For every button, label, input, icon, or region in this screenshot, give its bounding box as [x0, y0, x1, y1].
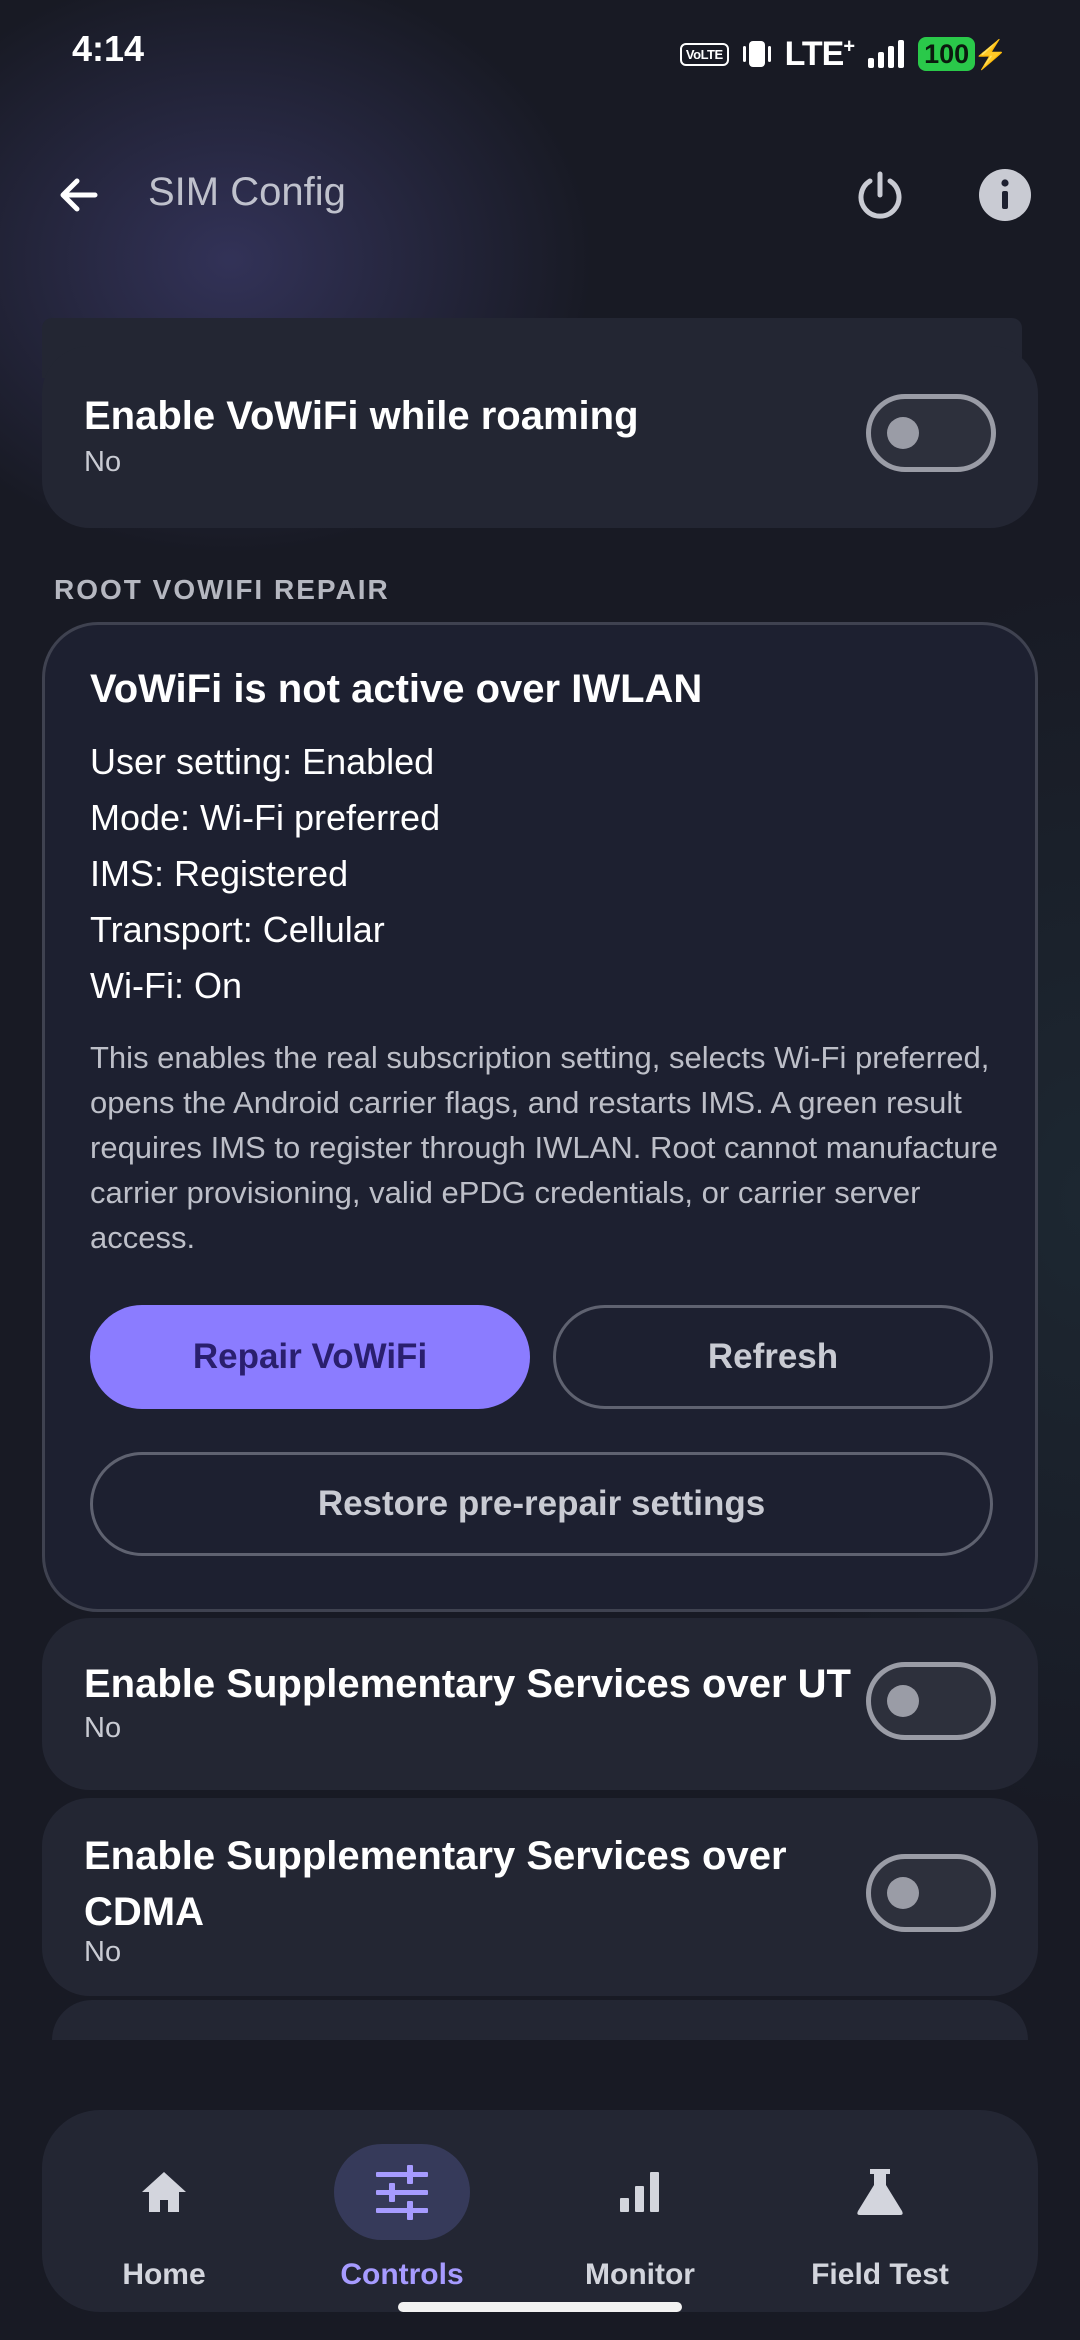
toggle-knob — [887, 1877, 919, 1909]
setting-value: No — [84, 1712, 122, 1744]
setting-title: Enable Supplementary Services over CDMA — [84, 1834, 787, 1934]
toggle-knob — [887, 1685, 919, 1717]
sliders-icon — [334, 2144, 470, 2240]
bottom-navigation: Home Controls Monitor Field Test — [42, 2110, 1038, 2312]
toggle-knob — [887, 417, 919, 449]
nav-label: Field Test — [811, 2258, 949, 2291]
section-label: ROOT VOWIFI REPAIR — [54, 574, 390, 605]
home-icon — [96, 2144, 232, 2240]
setting-card-roaming[interactable]: Enable VoWiFi while roaming No — [42, 346, 1038, 528]
status-line: IMS: Registered — [90, 853, 349, 894]
setting-value: No — [84, 446, 122, 478]
nav-controls[interactable]: Controls — [282, 2110, 522, 2312]
vibrate-icon — [742, 41, 771, 67]
nav-monitor[interactable]: Monitor — [520, 2110, 760, 2312]
repair-vowifi-button[interactable]: Repair VoWiFi — [90, 1305, 530, 1409]
cdma-toggle[interactable] — [866, 1854, 996, 1932]
top-app-bar: SIM Config — [0, 150, 1080, 240]
vowifi-repair-card: VoWiFi is not active over IWLAN User set… — [42, 622, 1038, 1612]
setting-value: No — [84, 1936, 122, 1968]
refresh-button[interactable]: Refresh — [553, 1305, 993, 1409]
nav-label: Home — [122, 2258, 206, 2291]
network-type: LTE+ — [784, 34, 855, 74]
roaming-toggle[interactable] — [866, 394, 996, 472]
flask-icon — [812, 2144, 948, 2240]
status-line: Transport: Cellular — [90, 909, 385, 950]
page-title: SIM Config — [148, 170, 346, 214]
status-bar: 4:14 VoLTE LTE+ 100 ⚡ — [0, 0, 1080, 110]
info-icon — [979, 169, 1031, 221]
arrow-left-icon — [60, 178, 98, 212]
battery-icon: 100 ⚡ — [918, 37, 1008, 71]
status-icons: VoLTE LTE+ 100 ⚡ — [679, 32, 1008, 76]
setting-title: Enable VoWiFi while roaming — [84, 394, 639, 438]
repair-title: VoWiFi is not active over IWLAN — [90, 667, 703, 711]
nav-label: Monitor — [585, 2258, 695, 2291]
next-card-edge — [52, 2000, 1028, 2040]
setting-card-cdma[interactable]: Enable Supplementary Services over CDMA … — [42, 1798, 1038, 1996]
nav-label: Controls — [340, 2258, 464, 2291]
info-button[interactable] — [970, 160, 1040, 230]
ut-toggle[interactable] — [866, 1662, 996, 1740]
nav-field-test[interactable]: Field Test — [760, 2110, 1000, 2312]
network-label: LTE — [784, 34, 845, 73]
status-line: Wi-Fi: On — [90, 965, 242, 1006]
setting-title: Enable Supplementary Services over UT — [84, 1662, 851, 1706]
status-time: 4:14 — [72, 28, 145, 69]
network-plus: + — [843, 35, 855, 58]
repair-description: This enables the real subscription setti… — [90, 1040, 999, 1255]
restore-settings-button[interactable]: Restore pre-repair settings — [90, 1452, 993, 1556]
volte-icon: VoLTE — [679, 42, 729, 66]
bar-chart-icon — [572, 2144, 708, 2240]
signal-icon — [868, 40, 905, 68]
status-line: Mode: Wi-Fi preferred — [90, 797, 441, 838]
charging-icon: ⚡ — [973, 38, 1008, 70]
setting-card-ut[interactable]: Enable Supplementary Services over UT No — [42, 1618, 1038, 1790]
status-line: User setting: Enabled — [90, 741, 435, 782]
nav-home[interactable]: Home — [44, 2110, 284, 2312]
power-button[interactable] — [845, 160, 915, 230]
back-button[interactable] — [44, 160, 114, 230]
home-indicator[interactable] — [398, 2302, 682, 2312]
battery-level: 100 — [918, 37, 976, 71]
power-icon — [858, 171, 902, 219]
